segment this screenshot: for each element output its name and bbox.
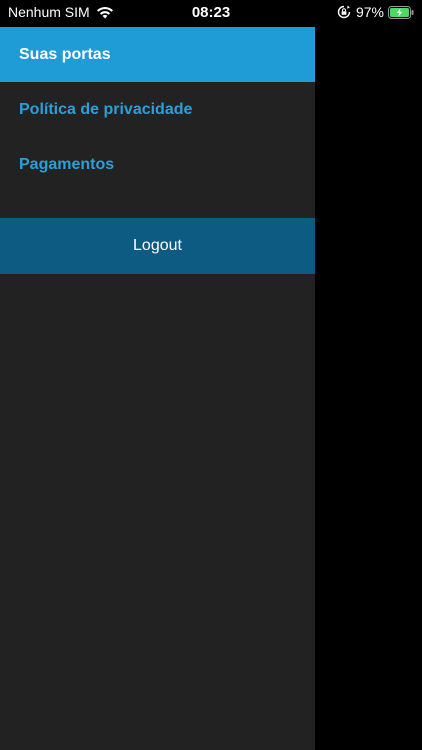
status-bar: Nenhum SIM 08:23 97% xyxy=(0,0,422,26)
menu-item-label: Pagamentos xyxy=(19,155,115,173)
menu-item-pagamentos[interactable]: Pagamentos xyxy=(0,137,315,192)
menu-item-suas-portas[interactable]: Suas portas xyxy=(0,27,315,82)
logout-button[interactable]: Logout xyxy=(0,218,315,274)
menu-item-politica-de-privacidade[interactable]: Política de privacidade xyxy=(0,82,315,137)
battery-charging-icon xyxy=(388,5,414,19)
status-right: 97% xyxy=(337,4,414,20)
navigation-drawer: Suas portas Política de privacidade Paga… xyxy=(0,27,315,750)
rotation-lock-icon xyxy=(337,5,351,19)
logout-label: Logout xyxy=(133,237,182,254)
menu-item-label: Suas portas xyxy=(19,45,111,63)
battery-percent: 97% xyxy=(355,4,384,20)
menu-item-label: Política de privacidade xyxy=(19,100,193,118)
screen: Nenhum SIM 08:23 97% Suas portas Polític… xyxy=(0,0,422,750)
